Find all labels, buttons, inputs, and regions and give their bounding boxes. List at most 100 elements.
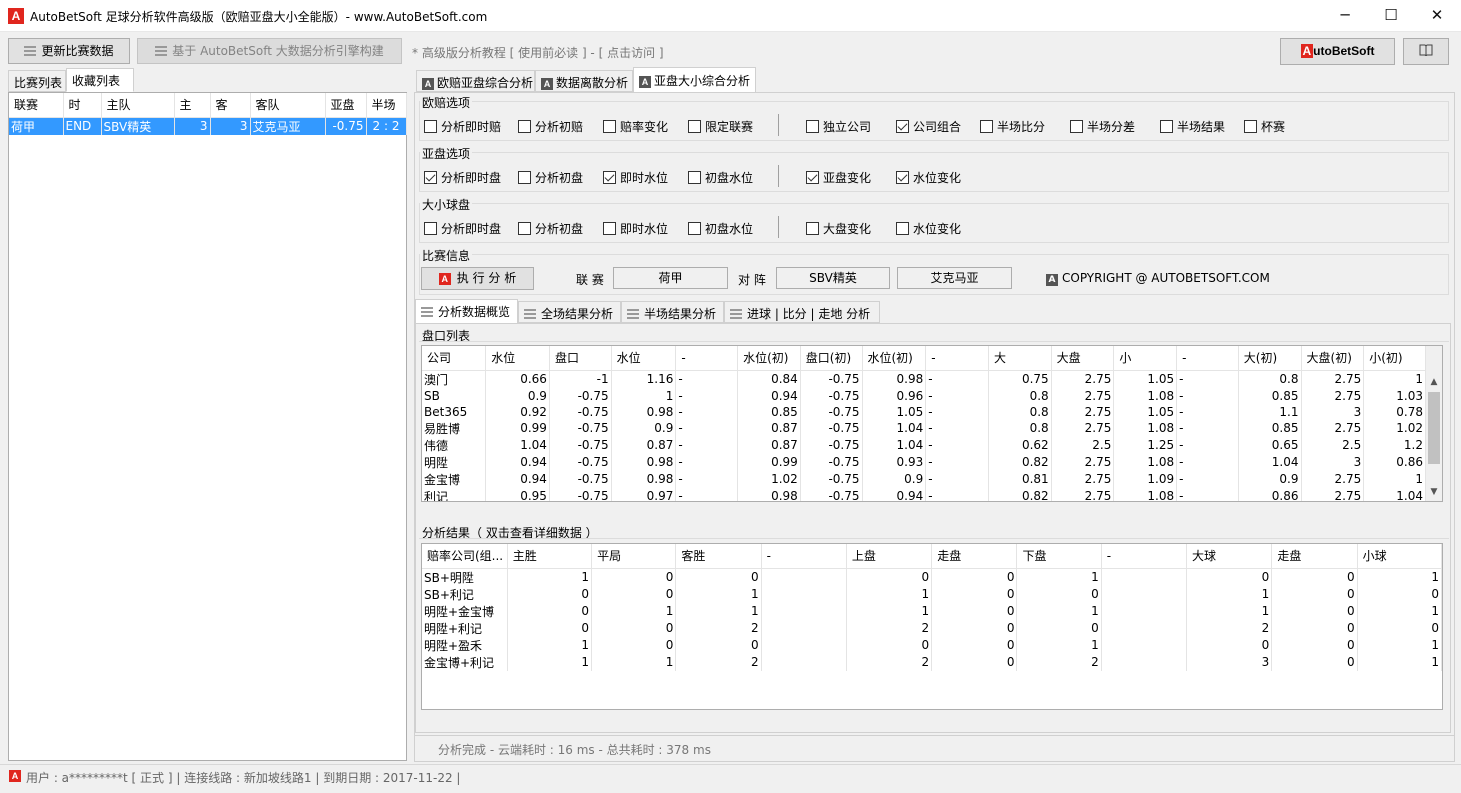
- table-row[interactable]: 利记 0.95 -0.75 0.97-0.98 -0.75 0.94-0.82 2.75 1.…: [422, 487, 1426, 501]
- results-col-header[interactable]: -: [761, 544, 847, 568]
- cb-asian-live[interactable]: 分析即时盘: [424, 169, 501, 186]
- odds-col-header[interactable]: 小(初): [1363, 346, 1426, 370]
- cb-ou-initial[interactable]: 分析初盘: [518, 220, 583, 237]
- col-league[interactable]: 联赛: [9, 93, 64, 117]
- minimize-button[interactable]: ─: [1322, 0, 1368, 32]
- results-col-header[interactable]: 走盘: [1271, 544, 1358, 568]
- odds-col-header[interactable]: -: [675, 346, 739, 370]
- results-col-header[interactable]: -: [1101, 544, 1188, 568]
- results-col-header[interactable]: 走盘: [931, 544, 1018, 568]
- odds-col-header[interactable]: 水位(初): [862, 346, 927, 370]
- cell: 1: [1363, 370, 1426, 388]
- scroll-thumb[interactable]: [1428, 392, 1440, 464]
- cell: 1: [1357, 602, 1442, 620]
- cb-half-diff[interactable]: 半场分差: [1070, 118, 1135, 135]
- cb-half-result[interactable]: 半场结果: [1160, 118, 1225, 135]
- odds-col-header[interactable]: 水位: [485, 346, 550, 370]
- table-row[interactable]: 金宝博 0.94 -0.75 0.98-1.02 -0.75 0.9-0.81 2.75 1.…: [422, 470, 1426, 488]
- col-away[interactable]: 客队: [250, 93, 326, 117]
- tab-half-result[interactable]: 半场结果分析: [621, 301, 724, 323]
- scroll-up-icon[interactable]: ▲: [1426, 374, 1442, 390]
- checkbox-icon: [518, 171, 531, 184]
- tab-full-result[interactable]: 全场结果分析: [518, 301, 621, 323]
- table-row[interactable]: SB+明陞 1 0 0 0 0 1 0 0 1: [422, 568, 1442, 586]
- cb-asian-initial[interactable]: 分析初盘: [518, 169, 583, 186]
- odds-col-header[interactable]: 大(初): [1238, 346, 1302, 370]
- brand-button[interactable]: AutoBetSoft: [1280, 38, 1395, 65]
- results-col-header[interactable]: 客胜: [675, 544, 762, 568]
- col-home-score[interactable]: 主: [174, 93, 211, 117]
- tab-dispersion[interactable]: A 数据离散分析: [535, 70, 633, 92]
- close-button[interactable]: ✕: [1414, 0, 1460, 32]
- tab-euro-asian[interactable]: A 欧赔亚盘综合分析: [416, 70, 535, 92]
- cb-half-score[interactable]: 半场比分: [980, 118, 1045, 135]
- odds-col-header[interactable]: 大: [988, 346, 1052, 370]
- engine-button[interactable]: 基于 AutoBetSoft 大数据分析引擎构建: [137, 38, 402, 64]
- odds-col-header[interactable]: 小: [1113, 346, 1178, 370]
- update-match-data-button[interactable]: 更新比赛数据: [8, 38, 130, 64]
- table-row[interactable]: SB 0.9 -0.75 1-0.94 -0.75 0.96-0.8 2.75 1.08-0.…: [422, 387, 1426, 404]
- tutorial-link[interactable]: * 高级版分析教程 [ 使用前必读 ] - [ 点击访问 ]: [412, 44, 664, 61]
- table-row[interactable]: 明陞+利记 0 0 2 2 0 0 2 0 0: [422, 619, 1442, 637]
- odds-scrollbar[interactable]: ▲ ▼: [1425, 346, 1442, 501]
- odds-col-header[interactable]: 盘口(初): [800, 346, 863, 370]
- scroll-down-icon[interactable]: ▼: [1426, 484, 1442, 500]
- table-row[interactable]: SB+利记 0 0 1 1 0 0 1 0 0: [422, 585, 1442, 603]
- cb-cup[interactable]: 杯赛: [1244, 118, 1285, 135]
- cb-odds-live[interactable]: 分析即时赔: [424, 118, 501, 135]
- cb-asian-live-water[interactable]: 即时水位: [603, 169, 668, 186]
- odds-col-header[interactable]: 盘口: [549, 346, 612, 370]
- cb-odds-change[interactable]: 赔率变化: [603, 118, 668, 135]
- tab-goals[interactable]: 进球 | 比分 | 走地 分析: [724, 301, 880, 323]
- cb-ou-live[interactable]: 分析即时盘: [424, 220, 501, 237]
- cb-ou-live-water[interactable]: 即时水位: [603, 220, 668, 237]
- table-row[interactable]: 金宝博+利记 1 1 2 2 0 2 3 0 1: [422, 653, 1442, 671]
- col-away-score[interactable]: 客: [210, 93, 251, 117]
- results-col-header[interactable]: 小球: [1357, 544, 1442, 568]
- col-home[interactable]: 主队: [101, 93, 175, 117]
- table-row[interactable]: 澳门 0.66 -1 1.16-0.84 -0.75 0.98-0.75 2.75 1.05-…: [422, 370, 1426, 388]
- table-row[interactable]: 明陞 0.94 -0.75 0.98-0.99 -0.75 0.93-0.82 2.75 1.…: [422, 453, 1426, 471]
- table-row[interactable]: 伟德 1.04 -0.75 0.87-0.87 -0.75 1.04-0.62 2.5 1.2…: [422, 436, 1426, 454]
- cb-single-company[interactable]: 独立公司: [806, 118, 871, 135]
- col-halftime[interactable]: 半场: [366, 93, 407, 117]
- checkbox-icon: [688, 222, 701, 235]
- table-row[interactable]: 明陞+金宝博 0 1 1 1 0 1 1 0 1: [422, 602, 1442, 620]
- results-col-header[interactable]: 平局: [591, 544, 677, 568]
- tab-asian-ou[interactable]: A 亚盘大小综合分析: [633, 67, 756, 94]
- odds-col-header[interactable]: 公司: [422, 346, 487, 370]
- cell: 0: [1016, 585, 1102, 603]
- odds-col-header[interactable]: 水位(初): [737, 346, 801, 370]
- odds-col-header[interactable]: 大盘: [1051, 346, 1115, 370]
- cb-company-combo[interactable]: 公司组合: [896, 118, 961, 135]
- cb-asian-initial-water[interactable]: 初盘水位: [688, 169, 753, 186]
- results-col-header[interactable]: 赔率公司(组...: [422, 544, 508, 568]
- odds-col-header[interactable]: 水位: [611, 346, 677, 370]
- cb-ou-water-change[interactable]: 水位变化: [896, 220, 961, 237]
- table-row[interactable]: 荷甲 END SBV精英 3 3 艾克马亚 -0.75 2 : 2: [9, 117, 407, 135]
- col-handicap[interactable]: 亚盘: [325, 93, 367, 117]
- odds-col-header[interactable]: -: [1176, 346, 1239, 370]
- odds-col-header[interactable]: -: [925, 346, 989, 370]
- tab-favorites[interactable]: 收藏列表: [66, 68, 134, 92]
- cb-asian-water-change[interactable]: 水位变化: [896, 169, 961, 186]
- results-col-header[interactable]: 主胜: [507, 544, 593, 568]
- tab-match-list[interactable]: 比赛列表: [8, 70, 66, 92]
- table-row[interactable]: 易胜博 0.99 -0.75 0.9-0.87 -0.75 1.04-0.8 2.75 1.0…: [422, 419, 1426, 437]
- cb-ou-change[interactable]: 大盘变化: [806, 220, 871, 237]
- col-time[interactable]: 时: [63, 93, 102, 117]
- cb-asian-change[interactable]: 亚盘变化: [806, 169, 871, 186]
- cb-ou-initial-water[interactable]: 初盘水位: [688, 220, 753, 237]
- book-button[interactable]: [1403, 38, 1449, 65]
- results-col-header[interactable]: 下盘: [1016, 544, 1102, 568]
- results-col-header[interactable]: 上盘: [846, 544, 933, 568]
- cb-limit-league[interactable]: 限定联赛: [688, 118, 753, 135]
- cb-odds-initial[interactable]: 分析初赔: [518, 118, 583, 135]
- odds-col-header[interactable]: 大盘(初): [1301, 346, 1365, 370]
- results-col-header[interactable]: 大球: [1186, 544, 1273, 568]
- tab-overview[interactable]: 分析数据概览: [415, 299, 518, 324]
- maximize-button[interactable]: ☐: [1368, 0, 1414, 32]
- run-analysis-button[interactable]: A执 行 分 析: [421, 267, 534, 290]
- table-row[interactable]: 明陞+盈禾 1 0 0 0 0 1 0 0 1: [422, 636, 1442, 654]
- table-row[interactable]: Bet365 0.92 -0.75 0.98-0.85 -0.75 1.05-0.8 2.7…: [422, 403, 1426, 420]
